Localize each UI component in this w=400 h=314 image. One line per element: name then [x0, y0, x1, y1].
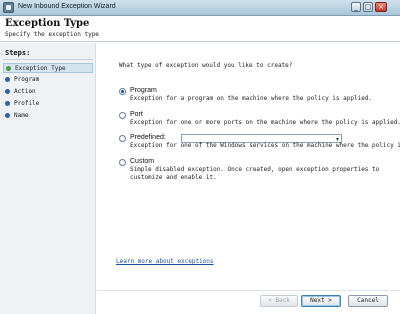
steps-panel: Steps: Exception Type Program Action Pro… — [0, 43, 96, 314]
pending-step-dot-icon — [5, 101, 10, 106]
program-radio[interactable] — [119, 88, 126, 95]
button-bar: < Back Next > Cancel — [97, 290, 400, 314]
window-title: New Inbound Exception Wizard — [18, 3, 116, 10]
main-content: What type of exception would you like to… — [97, 43, 400, 290]
custom-label[interactable]: Custom — [130, 158, 154, 165]
pending-step-dot-icon — [5, 113, 10, 118]
current-step-dot-icon — [6, 66, 11, 71]
learn-more-link[interactable]: Learn more about exceptions — [116, 258, 214, 265]
exception-type-question: What type of exception would you like to… — [119, 62, 293, 69]
back-button[interactable]: < Back — [260, 295, 298, 307]
step-label: Action — [14, 88, 36, 95]
program-label[interactable]: Program — [130, 87, 157, 94]
step-label: Profile — [14, 100, 40, 107]
step-exception-type[interactable]: Exception Type — [3, 63, 93, 73]
title-bar: New Inbound Exception Wizard _ □ × — [0, 0, 400, 16]
custom-radio[interactable] — [119, 159, 126, 166]
page-title: Exception Type — [5, 18, 90, 29]
port-label[interactable]: Port — [130, 111, 143, 118]
page-subtitle: Specify the exception type — [5, 31, 99, 38]
wizard-header: Exception Type Specify the exception typ… — [0, 16, 400, 42]
custom-description-line1: Simple disabled exception. Once created,… — [130, 166, 380, 173]
port-radio[interactable] — [119, 112, 126, 119]
minimize-button[interactable]: _ — [351, 2, 361, 12]
step-program[interactable]: Program — [3, 75, 93, 85]
step-label: Exception Type — [15, 65, 66, 72]
step-name[interactable]: Name — [3, 111, 93, 121]
predefined-radio[interactable] — [119, 135, 126, 142]
pending-step-dot-icon — [5, 89, 10, 94]
custom-description-line2: customize and enable it. — [130, 174, 217, 181]
firewall-app-icon — [3, 2, 14, 13]
step-profile[interactable]: Profile — [3, 99, 93, 109]
cancel-button[interactable]: Cancel — [348, 295, 388, 307]
step-label: Name — [14, 112, 29, 119]
next-button[interactable]: Next > — [301, 295, 341, 307]
steps-heading: Steps: — [5, 49, 31, 57]
step-label: Program — [14, 76, 40, 83]
pending-step-dot-icon — [5, 77, 10, 82]
close-button[interactable]: × — [375, 2, 387, 12]
program-description: Exception for a program on the machine w… — [130, 95, 373, 102]
step-action[interactable]: Action — [3, 87, 93, 97]
maximize-button[interactable]: □ — [363, 2, 373, 12]
port-description: Exception for one or more ports on the m… — [130, 119, 400, 126]
steps-divider — [3, 59, 93, 60]
predefined-description: Exception for one of the Windows service… — [130, 142, 400, 149]
predefined-label[interactable]: Predefined: — [130, 134, 166, 141]
